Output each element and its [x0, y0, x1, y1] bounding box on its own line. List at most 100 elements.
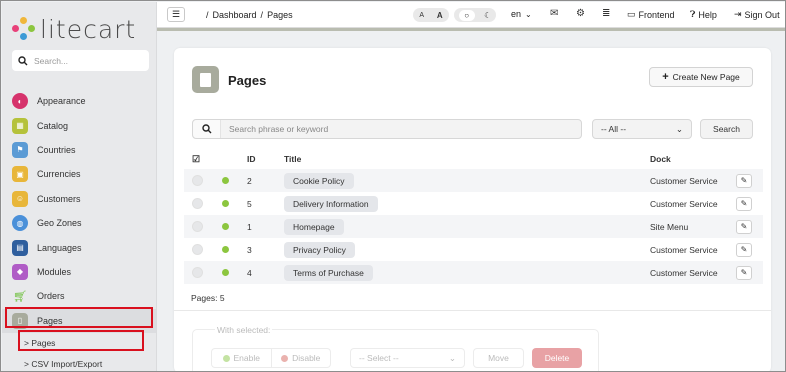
cube-icon: ◆	[12, 263, 28, 280]
plus-icon: +	[662, 71, 669, 83]
light-mode-icon[interactable]: ○	[458, 9, 475, 21]
mail-icon[interactable]: ✉	[550, 8, 558, 19]
row-checkbox[interactable]	[192, 244, 203, 255]
sidebar-item-label: Customers	[37, 193, 81, 204]
row-dock: Customer Service	[650, 175, 718, 186]
money-icon: ▣	[12, 166, 28, 183]
disable-label: Disable	[292, 353, 321, 363]
edit-pencil-icon[interactable]: ✎	[736, 219, 752, 234]
pages-table: ☑ ID Title Dock 2 Cookie Policy Customer…	[184, 149, 763, 284]
breadcrumb-dashboard[interactable]: Dashboard	[213, 10, 257, 20]
delete-button[interactable]: Delete	[532, 348, 582, 368]
sidebar-item-modules[interactable]: ◆ Modules	[2, 260, 156, 284]
topbar: ☰ / Dashboard / Pages A A ○ ☾ en ⌄ ✉ ⚙ ≣…	[157, 2, 785, 28]
paint-icon: ◐	[12, 93, 28, 110]
disable-button[interactable]: Disable	[270, 349, 331, 367]
row-checkbox[interactable]	[192, 198, 203, 209]
menu-toggle-button[interactable]: ☰	[167, 7, 185, 22]
filter-value: -- All --	[601, 124, 627, 134]
sign-out-link[interactable]: ⇥ Sign Out	[734, 9, 780, 20]
row-title[interactable]: Cookie Policy	[284, 172, 354, 189]
row-title[interactable]: Delivery Information	[284, 195, 378, 212]
row-title[interactable]: Homepage	[284, 218, 344, 235]
sidebar-item-label: Languages	[37, 242, 82, 253]
filter-select[interactable]: -- All -- ⌄	[592, 119, 692, 139]
enable-disable-group: Enable Disable	[211, 348, 331, 368]
help-link[interactable]: ❓︎ Help	[690, 9, 717, 20]
sidebar-item-label: Orders	[37, 291, 65, 302]
table-row[interactable]: 1 Homepage Site Menu ✎	[184, 215, 763, 238]
sidebar-item-orders[interactable]: 🛒︎ Orders	[2, 284, 156, 308]
search-placeholder: Search phrase or keyword	[229, 124, 329, 134]
sidebar-item-customers[interactable]: ☺ Customers	[2, 187, 156, 211]
font-large-button[interactable]: A	[437, 11, 443, 20]
font-small-button[interactable]: A	[419, 12, 424, 19]
sign-out-icon: ⇥	[734, 9, 742, 19]
user-icon: ☺	[12, 190, 28, 207]
table-row[interactable]: 5 Delivery Information Customer Service …	[184, 192, 763, 215]
chevron-down-icon: ⌄	[675, 123, 683, 134]
theme-toggle[interactable]: ○ ☾	[454, 8, 496, 22]
logo[interactable]: litecart	[12, 14, 137, 44]
status-dot	[222, 200, 229, 207]
highlight-box-subpages	[18, 330, 144, 351]
logo-text: litecart	[40, 14, 137, 44]
chat-icon: ▤	[12, 239, 28, 256]
sidebar-item-label: Appearance	[37, 96, 86, 107]
search-icon	[12, 55, 34, 66]
sidebar-item-currencies[interactable]: ▣ Currencies	[2, 162, 156, 186]
status-dot	[222, 177, 229, 184]
enable-dot-icon	[222, 354, 230, 362]
row-title[interactable]: Terms of Purchase	[284, 264, 373, 281]
status-dot	[222, 246, 229, 253]
edit-pencil-icon[interactable]: ✎	[736, 265, 752, 280]
row-dock: Site Menu	[650, 221, 689, 232]
sign-out-label: Sign Out	[744, 9, 780, 20]
sidebar-search[interactable]	[12, 50, 149, 71]
frontend-link[interactable]: ▭ Frontend	[627, 9, 675, 20]
sidebar-subitem-label: > CSV Import/Export	[24, 359, 103, 370]
sidebar-item-label: Modules	[37, 266, 72, 277]
language-selector[interactable]: en ⌄	[511, 9, 532, 19]
page-icon	[192, 66, 219, 93]
row-dock: Customer Service	[650, 198, 718, 209]
sidebar-item-languages[interactable]: ▤ Languages	[2, 235, 156, 259]
row-title[interactable]: Privacy Policy	[284, 241, 355, 258]
edit-pencil-icon[interactable]: ✎	[736, 242, 752, 257]
search-button[interactable]: Search	[700, 119, 753, 139]
sidebar-item-countries[interactable]: ⚑ Countries	[2, 138, 156, 162]
edit-pencil-icon[interactable]: ✎	[736, 196, 752, 211]
row-checkbox[interactable]	[192, 267, 203, 278]
sidebar-subitem-csv-import-export[interactable]: > CSV Import/Export	[2, 354, 156, 371]
search-icon	[193, 120, 221, 138]
column-header-id[interactable]: ID	[247, 154, 256, 164]
move-button[interactable]: Move	[473, 348, 524, 368]
sidebar-item-appearance[interactable]: ◐ Appearance	[2, 89, 156, 113]
move-to-select[interactable]: -- Select -- ⌄	[350, 348, 465, 368]
table-row[interactable]: 2 Cookie Policy Customer Service ✎	[184, 169, 763, 192]
database-icon[interactable]: ≣	[602, 8, 610, 19]
table-row[interactable]: 4 Terms of Purchase Customer Service ✎	[184, 261, 763, 284]
question-icon: ❓︎	[690, 9, 696, 19]
row-checkbox[interactable]	[192, 175, 203, 186]
dark-mode-icon[interactable]: ☾	[484, 11, 491, 20]
table-row[interactable]: 3 Privacy Policy Customer Service ✎	[184, 238, 763, 261]
highlight-box-pages	[5, 307, 153, 328]
sidebar-item-catalog[interactable]: ▦ Catalog	[2, 113, 156, 137]
row-checkbox[interactable]	[192, 221, 203, 232]
enable-button[interactable]: Enable	[212, 349, 271, 367]
cogs-icon[interactable]: ⚙	[576, 8, 585, 19]
sidebar-search-input[interactable]	[34, 55, 139, 66]
font-size-toggle[interactable]: A A	[413, 8, 449, 22]
column-header-dock[interactable]: Dock	[650, 154, 671, 164]
breadcrumb-separator: /	[206, 10, 209, 20]
select-all-checkbox-icon[interactable]: ☑	[192, 154, 200, 165]
sidebar-item-geo-zones[interactable]: ◍ Geo Zones	[2, 211, 156, 235]
disable-dot-icon	[281, 354, 289, 362]
create-new-page-button[interactable]: + Create New Page	[649, 67, 753, 87]
app-window: litecart ◐ Appearance ▦ Catalog ⚑ Countr…	[0, 0, 786, 372]
main-card: Pages + Create New Page Search phrase or…	[174, 48, 771, 371]
column-header-title[interactable]: Title	[284, 154, 301, 164]
search-field[interactable]: Search phrase or keyword	[192, 119, 582, 139]
edit-pencil-icon[interactable]: ✎	[736, 173, 752, 188]
